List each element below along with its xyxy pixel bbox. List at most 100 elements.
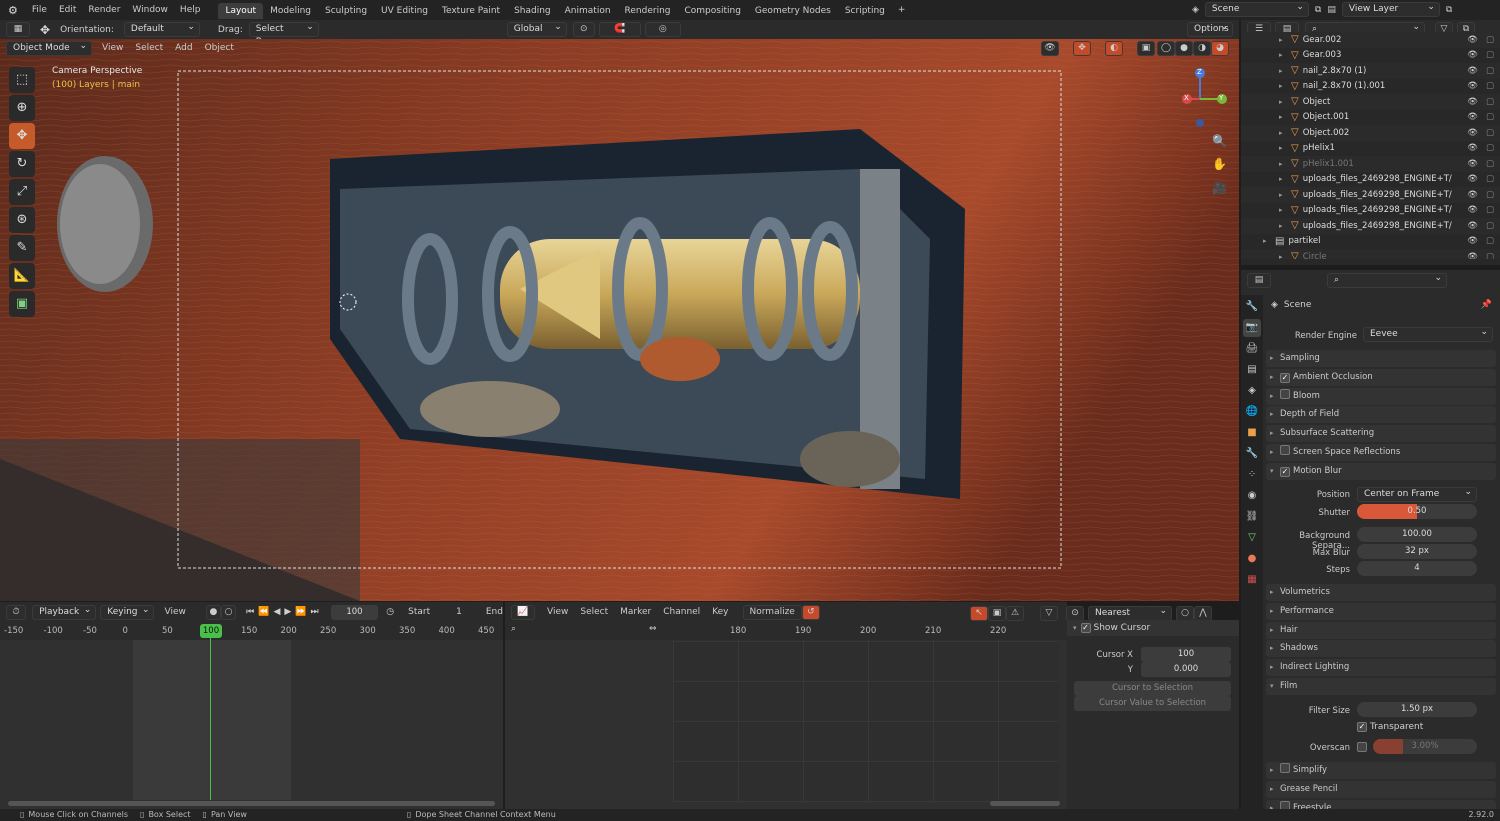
- orientation-dropdown[interactable]: Default: [123, 21, 200, 37]
- only-selected-icon[interactable]: ↖: [970, 605, 988, 621]
- expand-icon[interactable]: ▸: [1279, 113, 1283, 121]
- render-engine-dropdown[interactable]: Eevee: [1363, 326, 1493, 342]
- clock-icon[interactable]: ◷: [386, 607, 394, 617]
- new-view-layer-icon[interactable]: ⧉: [1446, 5, 1452, 15]
- panel-film[interactable]: Film: [1266, 678, 1496, 695]
- panel-volumetrics[interactable]: Volumetrics: [1266, 584, 1496, 601]
- overlay-icon[interactable]: ◐: [1105, 41, 1123, 56]
- outliner-item-name[interactable]: Object.002: [1303, 128, 1350, 138]
- graph-ruler[interactable]: [505, 622, 1067, 640]
- panel-indirect-lighting[interactable]: Indirect Lighting: [1266, 659, 1496, 677]
- panel-enable-checkbox[interactable]: ✓: [1280, 372, 1290, 383]
- play-reverse-icon[interactable]: ◀: [273, 607, 280, 617]
- expand-icon[interactable]: ▸: [1279, 51, 1283, 59]
- proportional-edit-icon[interactable]: ◎: [644, 22, 681, 37]
- tab-texture-paint[interactable]: Texture Paint: [435, 3, 507, 19]
- expand-icon[interactable]: ▸: [1279, 160, 1283, 168]
- pivot-icon[interactable]: ⊙: [572, 22, 595, 37]
- panel-enable-checkbox[interactable]: [1280, 388, 1290, 399]
- playhead[interactable]: [210, 632, 211, 800]
- view-layer-tab-icon[interactable]: ▤: [1243, 361, 1261, 379]
- expand-icon[interactable]: ▸: [1279, 144, 1283, 152]
- panel-subsurface-scattering[interactable]: Subsurface Scattering: [1266, 425, 1496, 443]
- pin-icon[interactable]: 📌: [1481, 300, 1492, 310]
- view-layer-selector[interactable]: View Layer: [1341, 1, 1440, 17]
- visibility-eye-icon[interactable]: 👁: [1467, 97, 1478, 107]
- cursor-x-field[interactable]: 100: [1141, 647, 1231, 662]
- render-camera-icon[interactable]: ▢: [1486, 159, 1494, 169]
- render-camera-icon[interactable]: ▢: [1486, 66, 1494, 76]
- outliner-item-name[interactable]: Gear.003: [1303, 50, 1342, 60]
- blender-logo-icon[interactable]: ⚙: [0, 4, 26, 17]
- show-cursor-checkbox[interactable]: ✓: [1080, 623, 1091, 633]
- viewport-menu-add[interactable]: Add: [169, 39, 198, 58]
- tab-geometry-nodes[interactable]: Geometry Nodes: [748, 3, 838, 19]
- scene-icon[interactable]: ◈: [1192, 5, 1199, 15]
- background-separation-field[interactable]: 100.00: [1357, 527, 1477, 542]
- show-hidden-icon[interactable]: ▣: [988, 605, 1006, 621]
- collapse-channels-icon[interactable]: ⇔: [649, 624, 657, 634]
- rendered-shading-icon[interactable]: ◕: [1211, 41, 1229, 56]
- outliner-item-name[interactable]: uploads_files_2469298_ENGINE+T/: [1303, 205, 1452, 215]
- expand-icon[interactable]: ▸: [1279, 253, 1283, 259]
- expand-icon[interactable]: ▸: [1279, 36, 1283, 44]
- shutter-slider[interactable]: 0.50: [1357, 504, 1477, 519]
- search-icon[interactable]: ⌕: [511, 624, 516, 634]
- outliner-row[interactable]: ▸ ▽ Circle 👁 ▢: [1241, 249, 1500, 259]
- render-camera-icon[interactable]: ▢: [1486, 128, 1494, 138]
- visibility-eye-icon[interactable]: 👁: [1467, 81, 1478, 91]
- visibility-eye-icon[interactable]: 👁: [1467, 205, 1478, 215]
- cursor-to-selection-button[interactable]: Cursor to Selection: [1074, 681, 1231, 696]
- add-workspace-button[interactable]: +: [892, 5, 912, 15]
- render-camera-icon[interactable]: ▢: [1486, 190, 1494, 200]
- scene-selector[interactable]: Scene: [1204, 1, 1309, 17]
- visibility-icon[interactable]: 👁: [1041, 41, 1059, 56]
- cursor-tool-icon[interactable]: ⊕: [9, 95, 35, 121]
- outliner-row[interactable]: ▸ ▤ partikel 👁 ▢: [1241, 234, 1500, 250]
- filter-icon[interactable]: ▽: [1040, 605, 1058, 621]
- panel-bloom[interactable]: Bloom: [1266, 387, 1496, 405]
- jump-start-icon[interactable]: ⏮: [246, 607, 254, 617]
- panel-motion-blur[interactable]: ✓Motion Blur: [1266, 462, 1496, 480]
- outliner-row[interactable]: ▸ ▽ uploads_files_2469298_ENGINE+T/ 👁 ▢: [1241, 187, 1500, 203]
- render-camera-icon[interactable]: ▢: [1486, 174, 1494, 184]
- panel-sampling[interactable]: Sampling: [1266, 350, 1496, 367]
- outliner-row[interactable]: ▸ ▽ Object.001 👁 ▢: [1241, 110, 1500, 126]
- scene-tab-icon[interactable]: ◈: [1243, 382, 1261, 400]
- snap-mode-dropdown[interactable]: Nearest Frame: [1088, 605, 1172, 631]
- visibility-eye-icon[interactable]: 👁: [1467, 112, 1478, 122]
- render-camera-icon[interactable]: ▢: [1486, 143, 1494, 153]
- panel-hair[interactable]: Hair: [1266, 621, 1496, 639]
- menu-file[interactable]: File: [26, 0, 53, 20]
- viewport-menu-object[interactable]: Object: [199, 39, 240, 58]
- outliner-item-name[interactable]: pHelix1: [1303, 143, 1335, 153]
- render-tab-icon[interactable]: 📷: [1243, 319, 1261, 337]
- measure-tool-icon[interactable]: 📐: [9, 263, 35, 289]
- timeline-scrollbar[interactable]: [8, 801, 495, 806]
- outliner-item-name[interactable]: nail_2.8x70 (1): [1303, 66, 1367, 76]
- graph-menu-marker[interactable]: Marker: [614, 603, 657, 622]
- render-camera-icon[interactable]: ▢: [1486, 81, 1494, 91]
- tab-rendering[interactable]: Rendering: [618, 3, 678, 19]
- max-blur-field[interactable]: 32 px: [1357, 544, 1477, 559]
- xray-icon[interactable]: ▣: [1137, 41, 1155, 56]
- timeline-menu-keying[interactable]: Keying: [100, 604, 155, 620]
- outliner-item-name[interactable]: Object.001: [1303, 112, 1350, 122]
- graph-editor[interactable]: 📈 View Select Marker Channel Key Normalize ↺…: [505, 602, 1067, 809]
- move-tool-icon[interactable]: ✥: [9, 123, 35, 149]
- panel-ambient-occlusion[interactable]: ✓Ambient Occlusion: [1266, 368, 1496, 386]
- expand-icon[interactable]: ▸: [1279, 206, 1283, 214]
- outliner-row[interactable]: ▸ ▽ nail_2.8x70 (1) 👁 ▢: [1241, 63, 1500, 79]
- outliner-row[interactable]: ▸ ▽ nail_2.8x70 (1).001 👁 ▢: [1241, 79, 1500, 95]
- expand-icon[interactable]: ▸: [1279, 129, 1283, 137]
- panel-grease-pencil[interactable]: Grease Pencil: [1266, 781, 1496, 798]
- prev-keyframe-icon[interactable]: ⏪: [258, 607, 269, 617]
- pivot-point-icon[interactable]: ⊙: [1066, 605, 1084, 621]
- view-layer-icon[interactable]: ▤: [1327, 5, 1336, 15]
- expand-icon[interactable]: ▸: [1279, 82, 1283, 90]
- cursor-y-field[interactable]: 0.000: [1141, 662, 1231, 677]
- modifier-tab-icon[interactable]: 🔧: [1243, 445, 1261, 463]
- menu-window[interactable]: Window: [126, 0, 174, 20]
- filter-size-field[interactable]: 1.50 px: [1357, 702, 1477, 717]
- outliner-row[interactable]: ▸ ▽ pHelix1.001 👁 ▢: [1241, 156, 1500, 172]
